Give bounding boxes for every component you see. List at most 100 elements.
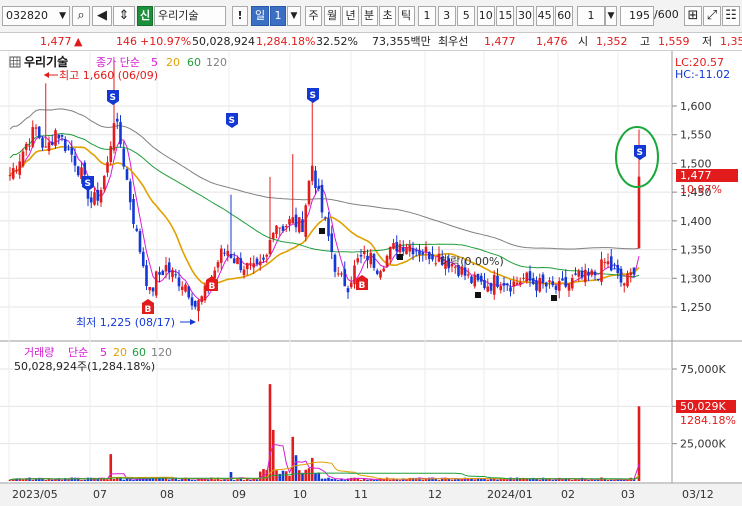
svg-text:S: S xyxy=(310,91,316,101)
candle xyxy=(112,123,116,151)
quote-trade-value: 73,355백만 xyxy=(372,35,431,48)
volume-bar xyxy=(177,480,181,482)
volume-bar xyxy=(83,479,87,481)
candle xyxy=(548,280,551,283)
search-icon[interactable]: ⌕ xyxy=(72,6,90,26)
interval-button[interactable]: 10 xyxy=(476,6,495,26)
stock-name-field[interactable]: 우리기술 xyxy=(154,6,226,26)
volume-bar xyxy=(167,479,171,481)
quote-low: 1,35 xyxy=(720,35,742,48)
interval-button[interactable]: 45 xyxy=(535,6,554,26)
chart-stock-name: 우리기술 xyxy=(24,54,68,69)
volume-bar xyxy=(593,479,597,481)
period-count[interactable]: 1 xyxy=(270,6,286,26)
interval-button[interactable]: 3 xyxy=(437,6,456,26)
candle xyxy=(583,269,587,283)
period-minute-button[interactable]: 분 xyxy=(360,6,378,26)
volume-bar xyxy=(574,479,577,481)
volume-bar xyxy=(60,479,64,481)
speaker-icon[interactable]: ◀ xyxy=(92,6,112,26)
stock-code-input[interactable]: 032820 ▼ xyxy=(2,6,70,26)
volume-bar xyxy=(80,479,83,481)
time-axis-label: 07 xyxy=(93,488,107,501)
candle xyxy=(141,251,145,267)
grid-toggle-icon[interactable] xyxy=(9,56,21,68)
candle xyxy=(24,143,28,150)
period-tick-button[interactable]: 틱 xyxy=(397,6,415,26)
current-volume-tag: 50,029K 1284.18% xyxy=(676,400,736,427)
candle xyxy=(236,257,239,265)
candle xyxy=(427,251,431,260)
grid-settings-icon[interactable]: ⊞ xyxy=(684,6,702,26)
price-tick-label: 1,300 xyxy=(680,272,712,285)
candle xyxy=(382,268,386,272)
candle xyxy=(372,254,376,268)
candle xyxy=(359,255,363,257)
candle xyxy=(616,264,620,274)
chevron-down-icon[interactable]: ▼ xyxy=(59,7,66,25)
period-weekly-button[interactable]: 주 xyxy=(305,6,322,26)
chart-type-icon[interactable]: ☷ xyxy=(722,6,740,26)
low-note: 최저 1,225 (08/17) xyxy=(76,316,175,329)
volume-bar xyxy=(421,479,425,481)
period-second-button[interactable]: 초 xyxy=(379,6,396,26)
volume-bar xyxy=(242,480,246,482)
chart-arrow-icon[interactable]: ⤢ xyxy=(703,6,721,26)
volume-bar xyxy=(577,479,581,481)
candle xyxy=(239,258,243,271)
candle xyxy=(60,134,64,137)
time-axis-label: 02 xyxy=(561,488,575,501)
candle xyxy=(590,270,594,276)
svg-text:S: S xyxy=(110,93,116,103)
candle xyxy=(245,262,249,270)
candle xyxy=(580,270,584,278)
volume-bar xyxy=(31,479,35,481)
bars-total: /600 xyxy=(654,8,679,21)
vma20-label: 20 xyxy=(113,346,127,359)
period-yearly-button[interactable]: 년 xyxy=(342,6,359,26)
interval-select[interactable]: 1 xyxy=(577,6,605,26)
event-marker-icon xyxy=(475,292,481,298)
interval-button[interactable]: 5 xyxy=(457,6,476,26)
ma5-label: 5 xyxy=(151,56,158,69)
interval-button[interactable]: 1 xyxy=(418,6,436,26)
candle xyxy=(288,219,291,225)
candle xyxy=(180,286,184,290)
volume-bar xyxy=(570,479,574,481)
volume-bar xyxy=(538,479,542,481)
candle xyxy=(333,254,337,272)
candle xyxy=(349,282,353,288)
svg-text:S: S xyxy=(229,116,235,126)
candle xyxy=(200,296,204,303)
interval-button[interactable]: 15 xyxy=(496,6,515,26)
interval-button[interactable]: 30 xyxy=(516,6,534,26)
volume-bar xyxy=(336,479,340,481)
candle xyxy=(232,258,236,264)
volume-bar xyxy=(392,479,395,481)
candle xyxy=(174,274,178,276)
alert-button[interactable]: ! xyxy=(232,6,248,26)
candle xyxy=(310,165,314,182)
ma-label: 종가 단순 xyxy=(96,56,140,69)
svg-text:B: B xyxy=(209,282,216,292)
candle xyxy=(271,232,275,239)
stock-chart[interactable]: 1,2501,3001,3501,4001,4501,5001,5501,600… xyxy=(0,51,742,506)
high-note: 최고 1,660 (06/09) xyxy=(59,69,158,82)
candle xyxy=(278,227,282,229)
chevron-down-icon[interactable]: ▼ xyxy=(287,6,301,26)
candle xyxy=(596,278,600,280)
quote-volume-ratio: 1,284.18% xyxy=(256,35,316,48)
volume-bar xyxy=(395,479,399,481)
chevron-down-icon[interactable]: ▼ xyxy=(605,6,617,26)
volume-bar xyxy=(453,479,457,481)
period-monthly-button[interactable]: 월 xyxy=(323,6,341,26)
candle xyxy=(395,242,399,252)
volume-bar xyxy=(249,479,252,481)
candle xyxy=(538,278,542,292)
bars-shown-input[interactable]: 195 xyxy=(620,6,654,26)
candle xyxy=(44,146,48,148)
volume-bar xyxy=(437,480,441,482)
interval-button[interactable]: 60 xyxy=(555,6,574,26)
prev-next-icon[interactable]: ⇕ xyxy=(113,6,135,26)
period-day-button[interactable]: 일 xyxy=(251,6,269,26)
